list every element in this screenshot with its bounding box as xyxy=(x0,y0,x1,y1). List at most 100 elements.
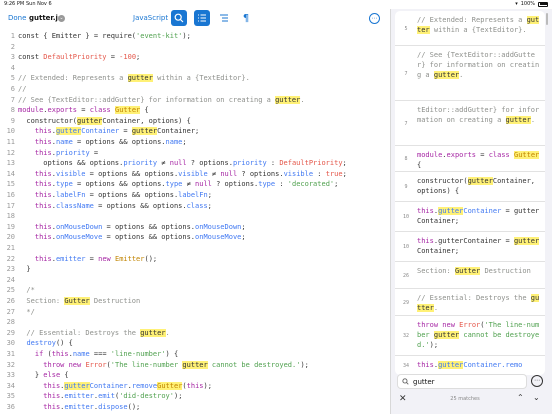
code-line[interactable]: 34 this.gutterContainer.removeGutter(thi… xyxy=(0,381,390,392)
code-line[interactable]: 28 xyxy=(0,317,390,328)
code-line[interactable]: 20 this.onMouseMove = options && options… xyxy=(0,232,390,243)
result-snippet: this.gutterContainer = gutter Container; xyxy=(417,236,541,256)
code-line[interactable]: 14 this.visible = options && options.vis… xyxy=(0,169,390,180)
chevron-up-icon[interactable]: ⌃ xyxy=(517,393,524,402)
indent-icon[interactable] xyxy=(216,10,232,26)
code-line[interactable]: 19 this.onMouseDown = options && options… xyxy=(0,222,390,233)
done-button[interactable]: Done xyxy=(8,14,26,22)
chevron-down-icon[interactable]: ⌄ xyxy=(58,14,65,22)
code-line[interactable]: 15 this.type = options && options.type ≠… xyxy=(0,179,390,190)
search-result-item[interactable]: 34 this.gutterContainer.remo xyxy=(395,356,545,375)
result-line-number: 7 xyxy=(404,120,408,127)
code-line[interactable]: 6// xyxy=(0,84,390,95)
code-line[interactable]: 18 xyxy=(0,211,390,222)
code-token: = options && options. xyxy=(93,201,187,210)
code-line[interactable]: 23 } xyxy=(0,264,390,275)
line-number: 30 xyxy=(6,339,15,348)
code-token: ; xyxy=(207,201,212,210)
search-result-item[interactable]: 5 // Extended: Represents a gutter within… xyxy=(395,11,545,46)
search-result-item[interactable]: 7 // See {TextEditor::addGutter} for info… xyxy=(395,46,545,101)
search-query[interactable]: gutter xyxy=(413,378,435,386)
search-icon[interactable] xyxy=(171,10,187,26)
match-highlight: Gutter xyxy=(513,151,540,159)
code-line[interactable]: 35 this.emitter.emit('did-destroy'); xyxy=(0,391,390,402)
code-line[interactable]: 22 this.emitter = new Emitter(); xyxy=(0,254,390,265)
code-token: Section: xyxy=(18,297,65,305)
code-line[interactable]: 21 xyxy=(0,243,390,254)
code-line[interactable]: 25 /* xyxy=(0,285,390,296)
code-line[interactable]: 8 module.exports = class Gutter { xyxy=(0,105,390,116)
match-highlight: Gutter xyxy=(114,106,141,115)
code-token: null xyxy=(169,159,187,168)
search-result-item[interactable]: 9 constructor(gutterContainer, options) { xyxy=(395,172,545,202)
code-line[interactable]: 32 throw new Error('The line-number gutt… xyxy=(0,360,390,371)
code-token: const xyxy=(18,53,44,62)
code-token: .gutterContainer = xyxy=(433,237,514,245)
code-token: this xyxy=(417,207,434,215)
code-line[interactable]: 11 this.name = options && options.name; xyxy=(0,137,390,148)
chevron-down-icon[interactable]: ⌄ xyxy=(533,393,540,402)
code-line[interactable]: 4 xyxy=(0,63,390,74)
results-scrollbar[interactable] xyxy=(546,13,548,25)
code-line[interactable]: 5// Extended: Represents a gutter within… xyxy=(0,73,390,84)
code-editor[interactable]: 1 const { Emitter } = require('event-kit'… xyxy=(0,31,390,414)
search-field[interactable]: gutter xyxy=(397,374,527,389)
list-icon[interactable] xyxy=(194,10,210,26)
search-result-item[interactable]: 26 Section: Gutter Destruction xyxy=(395,262,545,289)
code-token: ( xyxy=(43,350,52,358)
close-icon[interactable]: ✕ xyxy=(399,394,407,404)
search-result-item[interactable]: 7 tEditor::addGutter} for information on … xyxy=(395,101,545,146)
search-result-item[interactable]: 8 module.exports = class Gutter { xyxy=(395,146,545,172)
code-line[interactable]: 30 destroy() { xyxy=(0,338,390,349)
code-line[interactable]: 13 options && options.priority ≠ null ? … xyxy=(0,158,390,169)
code-line[interactable]: 31 if (this.name === 'line-number') { xyxy=(0,349,390,360)
code-token: 'line-number' xyxy=(110,350,166,358)
ellipsis-icon[interactable]: ⋯ xyxy=(369,13,380,24)
code-token: ) { xyxy=(165,350,179,358)
code-line[interactable]: 24 xyxy=(0,275,390,286)
code-line[interactable]: 16 this.labelFn = options && options.lab… xyxy=(0,190,390,201)
code-line[interactable]: 7// See {TextEditor::addGutter} for info… xyxy=(0,95,390,106)
line-number: 3 xyxy=(10,53,15,62)
result-line-number: 9 xyxy=(404,184,408,190)
code-line[interactable]: 9 constructor(gutterContainer, options) … xyxy=(0,116,390,127)
match-highlight: gutter xyxy=(55,127,82,136)
line-number: 1 xyxy=(10,32,15,40)
line-number: 13 xyxy=(6,159,15,168)
code-token: ; xyxy=(342,169,347,178)
code-text: module.exports = class Gutter { xyxy=(18,105,149,116)
code-line[interactable]: 17 this.className = options && options.c… xyxy=(0,201,390,212)
code-token: ? options. xyxy=(186,159,233,168)
status-date: Sun Nov 6 xyxy=(26,1,52,7)
language-button[interactable]: JavaScript xyxy=(133,14,168,22)
editor-toolbar: Done gutter.js ⌄ JavaScript ¶ ⋯ xyxy=(0,9,390,29)
search-result-item[interactable]: 32 throw new Error('The line-number gutte… xyxy=(395,316,545,356)
code-line[interactable]: 12 this.priority = xyxy=(0,148,390,159)
code-line[interactable]: 26 Section: Gutter Destruction xyxy=(0,296,390,307)
line-number: 19 xyxy=(6,222,15,231)
code-line[interactable]: 27 */ xyxy=(0,307,390,318)
pilcrow-icon[interactable]: ¶ xyxy=(238,10,254,26)
code-line[interactable]: 1 const { Emitter } = require('event-kit'… xyxy=(0,31,390,42)
line-number: 5 xyxy=(10,74,15,83)
code-line[interactable]: 36 this.emitter.dispose(); xyxy=(0,402,390,413)
code-token: const { Emitter } = require( xyxy=(18,32,137,40)
code-line[interactable]: 3 const DefaultPriority = -100; xyxy=(0,52,390,63)
search-result-item[interactable]: 10 this.gutterContainer = gutterContainer… xyxy=(395,232,545,262)
search-options-icon[interactable]: ⋯ xyxy=(531,375,543,387)
code-line[interactable]: 33 } else { xyxy=(0,370,390,381)
code-token: ; xyxy=(342,159,347,168)
code-token: this xyxy=(34,201,52,210)
code-text: this.onMouseDown = options && options.on… xyxy=(18,222,246,233)
code-token: ; xyxy=(241,222,246,231)
search-results-list[interactable]: 5 // Extended: Represents a gutter within… xyxy=(395,11,545,375)
match-highlight: gutter xyxy=(131,127,158,136)
code-line[interactable]: 2 xyxy=(0,42,390,53)
code-line[interactable]: 10 this.gutterContainer = gutterContaine… xyxy=(0,126,390,137)
code-line[interactable]: 29 // Essential: Destroys the gutter. xyxy=(0,328,390,339)
search-result-item[interactable]: 29 // Essential: Destroys the gutter. xyxy=(395,289,545,316)
code-token: visible xyxy=(283,169,314,178)
search-result-item[interactable]: 10 this.gutterContainer = gutterContainer… xyxy=(395,202,545,232)
code-token: /* xyxy=(18,286,35,295)
